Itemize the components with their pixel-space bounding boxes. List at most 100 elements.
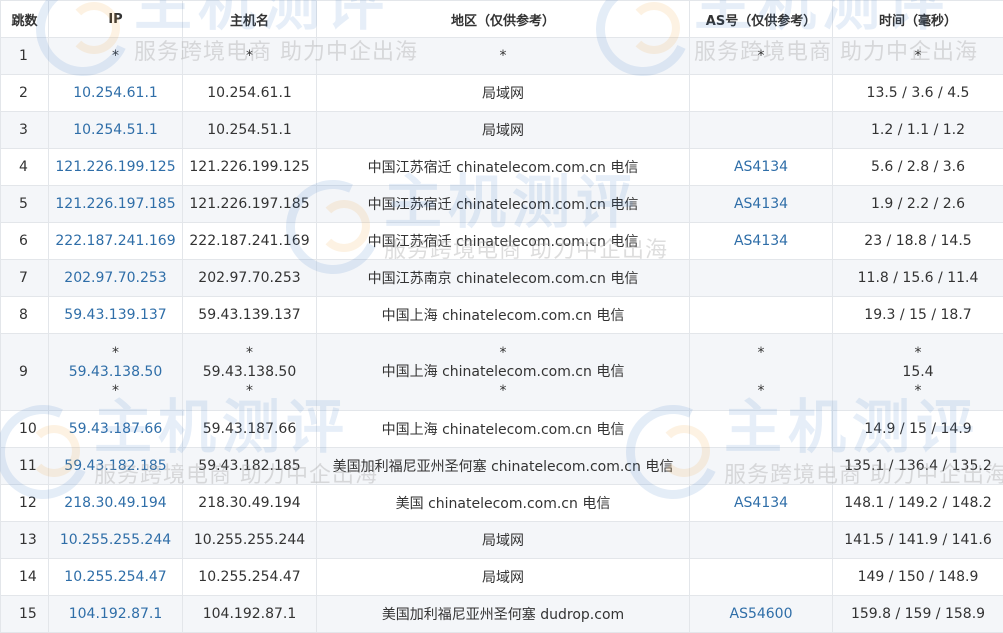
hostname-cell: 218.30.49.194 [183, 485, 317, 522]
region-text: 局域网 [482, 533, 524, 549]
table-row: 1 * * * * * [1, 38, 1003, 75]
ip-link[interactable]: 59.43.138.50 [53, 363, 178, 382]
as-number-link[interactable]: AS4134 [734, 233, 788, 249]
table-row: 15 104.192.87.1 104.192.87.1 美国加利福尼亚州圣何塞 du… [1, 596, 1003, 633]
time-text: 13.5 / 3.6 / 4.5 [867, 85, 970, 101]
hostname-text: 218.30.49.194 [198, 495, 300, 511]
ip-link[interactable]: 222.187.241.169 [55, 233, 175, 249]
ip-link[interactable]: 121.226.199.125 [55, 159, 175, 175]
table-row: 11 59.43.182.185 59.43.182.185 美国加利福尼亚州圣何塞 … [1, 448, 1003, 485]
ip-link[interactable]: 59.43.139.137 [64, 307, 166, 323]
hop-cell: 6 [1, 223, 49, 260]
ip-link[interactable]: 121.226.197.185 [55, 196, 175, 212]
region-cell: 美国加利福尼亚州圣何塞 chinatelecom.com.cn 电信 [317, 448, 690, 485]
region-text: 美国加利福尼亚州圣何塞 dudrop.com [382, 607, 624, 623]
traceroute-table: 跳数 IP 主机名 地区（仅供参考） AS号（仅供参考） 时间（毫秒） 1 * * *… [0, 0, 1003, 633]
ip-cell: 121.226.197.185 [49, 186, 183, 223]
hop-text: 3 [19, 122, 28, 138]
ip-link[interactable]: 202.97.70.253 [64, 270, 166, 286]
ip-link[interactable]: 10.254.61.1 [73, 85, 158, 101]
region-cell: 局域网 [317, 75, 690, 112]
ip-cell: * [49, 38, 183, 75]
as-number-cell [690, 297, 833, 334]
hostname-text: * [246, 48, 253, 64]
ip-link[interactable]: 59.43.182.185 [64, 458, 166, 474]
hostname-text: 59.43.138.50 [187, 363, 312, 382]
hop-cell: 15 [1, 596, 49, 633]
hop-text: 7 [19, 270, 28, 286]
hostname-text: * [187, 382, 312, 401]
time-text: 14.9 / 15 / 14.9 [864, 421, 971, 437]
hop-text: 5 [19, 196, 28, 212]
as-number-cell: * [690, 38, 833, 75]
hostname-text: 59.43.182.185 [198, 458, 300, 474]
region-cell: 中国江苏宿迁 chinatelecom.com.cn 电信 [317, 223, 690, 260]
region-text: * [500, 48, 507, 64]
time-text: 1.9 / 2.2 / 2.6 [871, 196, 965, 212]
hostname-cell: 222.187.241.169 [183, 223, 317, 260]
hostname-text: 59.43.139.137 [198, 307, 300, 323]
time-text: * [915, 48, 922, 64]
hostname-cell: 121.226.197.185 [183, 186, 317, 223]
ip-link[interactable]: 218.30.49.194 [64, 495, 166, 511]
table-body: 1*****210.254.61.110.254.61.1局域网13.5 / 3… [1, 38, 1003, 633]
as-number-link[interactable]: AS4134 [734, 495, 788, 511]
time-text: 15.4 [837, 363, 999, 382]
ip-text: * [53, 344, 178, 363]
table-header-row: 跳数 IP 主机名 地区（仅供参考） AS号（仅供参考） 时间（毫秒） [1, 1, 1003, 38]
time-cell: 1.2 / 1.1 / 1.2 [833, 112, 1003, 149]
hostname-cell: * [183, 38, 317, 75]
ip-cell: 104.192.87.1 [49, 596, 183, 633]
region-text: 局域网 [482, 86, 524, 102]
hostname-text: 10.255.254.47 [198, 569, 300, 585]
hop-cell: 2 [1, 75, 49, 112]
hostname-text: 10.254.51.1 [207, 122, 292, 138]
region-text: * [321, 382, 685, 401]
hostname-text: 222.187.241.169 [189, 233, 309, 249]
hop-text: 13 [19, 532, 37, 548]
region-text: 局域网 [482, 123, 524, 139]
hostname-text: 10.255.255.244 [194, 532, 305, 548]
ip-cell: 222.187.241.169 [49, 223, 183, 260]
time-text: 149 / 150 / 148.9 [858, 569, 979, 585]
hop-cell: 12 [1, 485, 49, 522]
as-number-link[interactable]: AS4134 [734, 159, 788, 175]
hostname-cell: 121.226.199.125 [183, 149, 317, 186]
region-cell: 中国江苏宿迁 chinatelecom.com.cn 电信 [317, 186, 690, 223]
as-number-link[interactable]: AS4134 [734, 196, 788, 212]
ip-cell: 10.255.254.47 [49, 559, 183, 596]
as-number-text: * [694, 382, 828, 401]
ip-cell: 218.30.49.194 [49, 485, 183, 522]
as-number-cell [690, 260, 833, 297]
time-cell: 14.9 / 15 / 14.9 [833, 411, 1003, 448]
table-row: 6 222.187.241.169 222.187.241.169 中国江苏宿迁 ch… [1, 223, 1003, 260]
hop-text: 14 [19, 569, 37, 585]
ip-link[interactable]: 10.254.51.1 [73, 122, 158, 138]
time-text: 19.3 / 15 / 18.7 [864, 307, 971, 323]
hop-text: 11 [19, 458, 37, 474]
ip-cell: 121.226.199.125 [49, 149, 183, 186]
hop-text: 15 [19, 606, 37, 622]
time-text: 135.1 / 136.4 / 135.2 [844, 458, 991, 474]
table-row: 7 202.97.70.253 202.97.70.253 中国江苏南京 chinat… [1, 260, 1003, 297]
region-cell: 局域网 [317, 112, 690, 149]
time-text: 148.1 / 149.2 / 148.2 [844, 495, 991, 511]
region-cell: 中国江苏南京 chinatelecom.com.cn 电信 [317, 260, 690, 297]
time-cell: 159.8 / 159 / 158.9 [833, 596, 1003, 633]
region-text: 美国加利福尼亚州圣何塞 chinatelecom.com.cn 电信 [333, 459, 674, 475]
ip-link[interactable]: 59.43.187.66 [69, 421, 163, 437]
ip-link[interactable]: 10.255.254.47 [64, 569, 166, 585]
as-number-cell [690, 112, 833, 149]
table-row: 9*59.43.138.50**59.43.138.50**中国上海 china… [1, 334, 1003, 411]
hostname-text: 202.97.70.253 [198, 270, 300, 286]
hop-text: 9 [19, 364, 28, 380]
table-row: 1059.43.187.6659.43.187.66中国上海 chinatele… [1, 411, 1003, 448]
as-number-link[interactable]: AS54600 [730, 606, 793, 622]
hop-text: 1 [19, 48, 28, 64]
ip-link[interactable]: 104.192.87.1 [69, 606, 163, 622]
hop-text: 8 [19, 307, 28, 323]
time-text: * [837, 382, 999, 401]
hostname-text: 104.192.87.1 [203, 606, 297, 622]
hop-text: 4 [19, 159, 28, 175]
ip-link[interactable]: 10.255.255.244 [60, 532, 171, 548]
